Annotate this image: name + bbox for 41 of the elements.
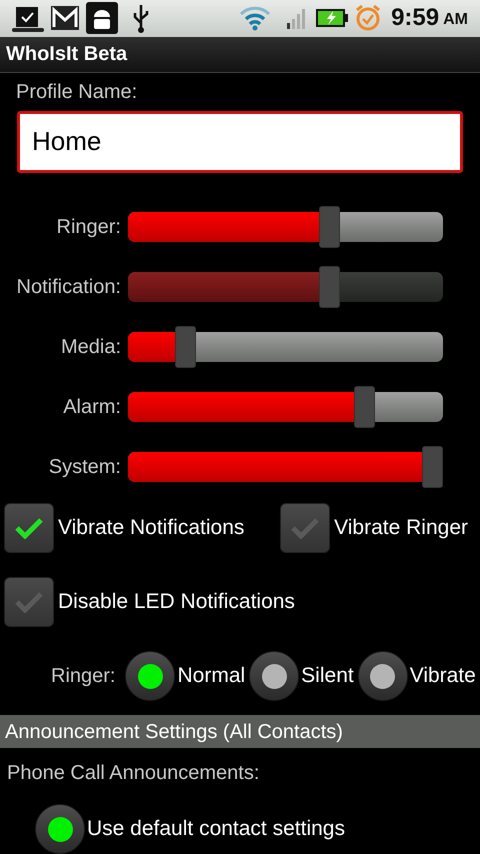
alarm-clock-icon xyxy=(355,4,382,32)
usb-icon xyxy=(132,3,150,34)
app-title: WhoIsIt Beta xyxy=(6,42,128,68)
slider-thumb[interactable] xyxy=(319,206,340,248)
slider-label: Alarm: xyxy=(62,395,122,420)
radio-label: Normal xyxy=(177,663,246,690)
wifi-icon xyxy=(239,5,272,32)
radio-label: Silent xyxy=(301,663,354,690)
checkbox[interactable] xyxy=(280,503,330,554)
battery-charging-icon xyxy=(315,8,350,28)
checkbox[interactable] xyxy=(4,503,54,554)
checkbox-label: Vibrate Ringer xyxy=(334,515,468,542)
slider-thumb[interactable] xyxy=(422,446,443,488)
field-label: Profile Name: xyxy=(16,80,138,105)
phone-call-label: Phone Call Announcements: xyxy=(7,761,260,786)
section-title: Announcement Settings (All Contacts) xyxy=(5,720,343,745)
checkbox[interactable] xyxy=(4,577,54,628)
slider-thumb[interactable] xyxy=(175,326,196,368)
slider-thumb[interactable] xyxy=(354,386,376,428)
mail-icon xyxy=(50,5,80,32)
clock-meridiem: AM xyxy=(443,10,468,30)
check-icon xyxy=(290,517,320,540)
volume-slider[interactable] xyxy=(128,385,443,430)
volume-slider[interactable] xyxy=(128,325,443,370)
slider-label: Media: xyxy=(60,335,122,360)
ringer-label: Ringer: xyxy=(51,664,116,690)
clock-time: 9:59 xyxy=(391,3,440,34)
check-icon xyxy=(14,591,44,614)
profile-name-field[interactable]: Home xyxy=(17,110,463,174)
radio-button[interactable] xyxy=(35,804,85,854)
radio-label: Use default contact settings xyxy=(87,816,345,842)
signal-icon xyxy=(287,7,308,30)
volume-slider[interactable] xyxy=(128,205,443,250)
slider-label: Notification: xyxy=(16,275,122,300)
check-icon xyxy=(14,517,44,540)
volume-slider[interactable] xyxy=(128,445,443,490)
slider-label: System: xyxy=(48,455,122,480)
checkbox-label: Disable LED Notifications xyxy=(58,589,295,616)
radio-label: Vibrate xyxy=(410,663,476,690)
checkbox-label: Vibrate Notifications xyxy=(58,515,244,542)
slider-label: Ringer: xyxy=(56,215,122,240)
